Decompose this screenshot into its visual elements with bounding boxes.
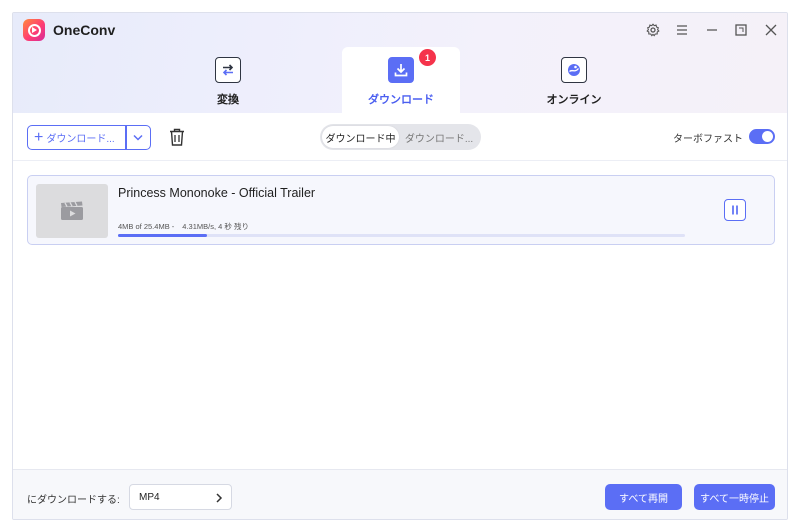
pause-icon xyxy=(732,205,738,215)
pause-all-button[interactable]: すべて一時停止 xyxy=(694,484,775,510)
chevron-right-icon xyxy=(215,491,223,509)
add-download-split-button: + ダウンロード... xyxy=(27,125,151,150)
toggle-knob xyxy=(762,131,773,142)
turbo-fast-toggle[interactable] xyxy=(749,129,775,144)
plus-icon: + xyxy=(34,128,44,146)
download-status-toggle: ダウンロード中 ダウンロード... xyxy=(320,124,481,150)
pause-button[interactable] xyxy=(724,199,746,221)
footer-bar: にダウンロードする: MP4 すべて再開 すべて一時停止 xyxy=(13,469,787,519)
chevron-down-icon xyxy=(133,134,143,141)
settings-gear-icon[interactable] xyxy=(644,21,662,39)
title-bar: OneConv 変換 1 ダウンロード オンライン xyxy=(13,13,787,113)
app-logo-icon xyxy=(23,19,45,41)
turbo-fast-label: ターボファスト xyxy=(673,134,743,145)
trash-icon[interactable] xyxy=(167,126,187,148)
tab-download-label: ダウンロード xyxy=(368,94,434,106)
toolbar: + ダウンロード... ダウンロード中 ダウンロード... ターボファスト xyxy=(13,113,787,161)
output-format-label: にダウンロードする: xyxy=(27,495,120,506)
tab-download[interactable]: 1 ダウンロード xyxy=(342,47,460,113)
segment-downloaded[interactable]: ダウンロード... xyxy=(399,126,479,148)
add-download-label: ダウンロード... xyxy=(46,134,115,145)
minimize-icon[interactable] xyxy=(703,21,721,39)
maximize-icon[interactable] xyxy=(732,21,750,39)
download-icon xyxy=(388,57,414,83)
add-download-button[interactable]: + ダウンロード... xyxy=(28,126,125,149)
close-icon[interactable] xyxy=(762,21,780,39)
progress-fill xyxy=(118,234,208,237)
online-icon xyxy=(561,57,587,83)
tab-convert[interactable]: 変換 xyxy=(169,47,287,113)
app-window: OneConv 変換 1 ダウンロード オンライン + ダウンロード... ダウ… xyxy=(12,12,788,520)
progress-bar xyxy=(118,234,685,237)
segment-downloading[interactable]: ダウンロード中 xyxy=(322,126,399,148)
output-format-value: MP4 xyxy=(139,491,160,503)
tab-convert-label: 変換 xyxy=(217,94,239,106)
download-item: Princess Mononoke - Official Trailer 4MB… xyxy=(27,175,775,245)
speed-eta: 4.31MB/s, 4 秒 残り xyxy=(182,222,249,231)
add-download-dropdown[interactable] xyxy=(127,126,151,149)
app-title: OneConv xyxy=(53,22,116,38)
download-stats: 4MB of 25.4MB - 4.31MB/s, 4 秒 残り xyxy=(118,221,249,232)
download-list: Princess Mononoke - Official Trailer 4MB… xyxy=(13,161,787,469)
menu-icon[interactable] xyxy=(673,21,691,39)
resume-all-button[interactable]: すべて再開 xyxy=(605,484,682,510)
video-thumbnail xyxy=(36,184,108,238)
tab-online-label: オンライン xyxy=(546,94,602,106)
video-title: Princess Mononoke - Official Trailer xyxy=(118,186,316,200)
output-format-select[interactable]: MP4 xyxy=(129,484,232,510)
size-progress: 4MB of 25.4MB - xyxy=(118,222,175,231)
tab-online[interactable]: オンライン xyxy=(515,47,633,113)
video-clapper-icon xyxy=(61,201,83,220)
convert-icon xyxy=(215,57,241,83)
download-count-badge: 1 xyxy=(419,49,436,66)
